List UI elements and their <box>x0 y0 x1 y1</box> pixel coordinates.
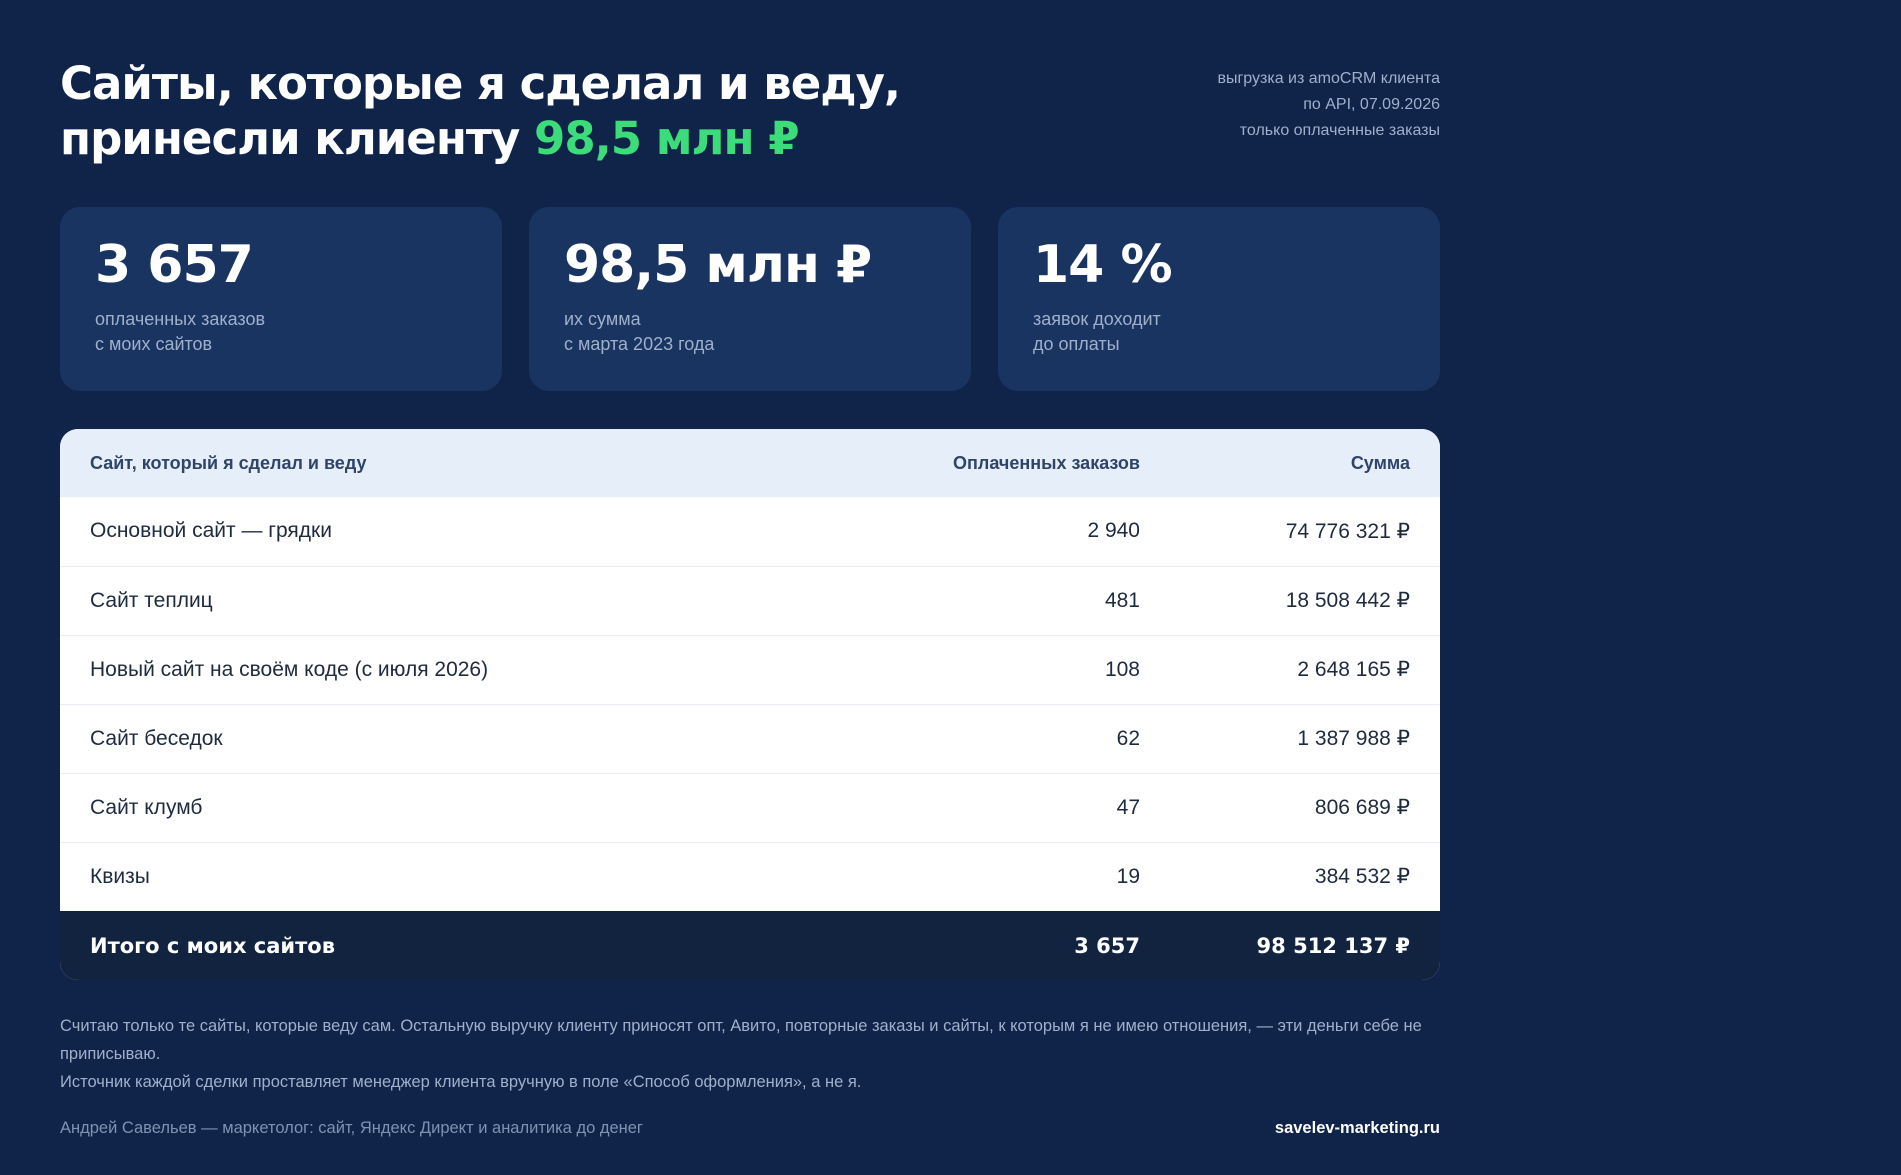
cell-orders: 108 <box>1104 657 1140 681</box>
total-sum: 98 512 137 ₽ <box>1256 933 1410 958</box>
cell-site: Сайт клумб <box>90 795 203 819</box>
cell-sum: 18 508 442 ₽ <box>1285 589 1410 612</box>
meta-line-date: по API, 07.09.2026 <box>1303 96 1440 113</box>
sites-table-container: Сайт, который я сделал и веду Оплаченных… <box>60 429 1440 980</box>
cell-site: Сайт беседок <box>90 726 223 750</box>
cell-sum: 1 387 988 ₽ <box>1297 727 1410 750</box>
stat-label-line: с марта 2023 года <box>564 334 715 354</box>
meta-line-source: выгрузка из amoCRM клиента <box>1217 70 1440 87</box>
stat-label-line: до оплаты <box>1033 334 1120 354</box>
total-label: Итого с моих сайтов <box>90 933 336 958</box>
stat-label: их сумма с марта 2023 года <box>564 307 936 357</box>
stat-label: заявок доходит до оплаты <box>1033 307 1405 357</box>
sites-table: Сайт, который я сделал и веду Оплаченных… <box>60 429 1440 980</box>
table-body: Основной сайт — грядки 2 940 74 776 321 … <box>60 497 1440 911</box>
table-footer: Итого с моих сайтов 3 657 98 512 137 ₽ <box>60 911 1440 980</box>
title-accent-amount: 98,5 млн ₽ <box>534 112 800 165</box>
cell-orders: 47 <box>1116 795 1140 819</box>
cell-sum: 74 776 321 ₽ <box>1285 519 1410 543</box>
table-header-row: Сайт, который я сделал и веду Оплаченных… <box>60 429 1440 497</box>
cell-orders: 481 <box>1104 588 1140 612</box>
stat-card-orders: 3 657 оплаченных заказов с моих сайтов <box>60 207 502 391</box>
table-row: Квизы 19 384 532 ₽ <box>60 842 1440 911</box>
stat-value: 3 657 <box>95 235 254 295</box>
cell-orders: 2 940 <box>1087 519 1140 543</box>
page: Сайты, которые я сделал и веду, принесли… <box>0 0 1901 1175</box>
table-total-row: Итого с моих сайтов 3 657 98 512 137 ₽ <box>60 911 1440 980</box>
cell-sum: 806 689 ₽ <box>1314 796 1410 819</box>
footnote: Источник каждой сделки проставляет менед… <box>60 1073 862 1091</box>
table-header: Сайт, который я сделал и веду Оплаченных… <box>60 429 1440 497</box>
footnote: Считаю только те сайты, которые веду сам… <box>60 1017 1422 1063</box>
footnotes: Считаю только те сайты, которые веду сам… <box>60 1012 1440 1096</box>
stat-value: 14 % <box>1033 235 1173 295</box>
stat-card-conversion: 14 % заявок доходит до оплаты <box>998 207 1440 391</box>
stat-label-line: их сумма <box>564 309 641 329</box>
export-meta: выгрузка из amoCRM клиента по API, 07.09… <box>1217 66 1440 144</box>
content: Сайты, которые я сделал и веду, принесли… <box>60 56 1440 1145</box>
table-row: Основной сайт — грядки 2 940 74 776 321 … <box>60 497 1440 566</box>
table-row: Сайт клумб 47 806 689 ₽ <box>60 773 1440 842</box>
page-footer: Андрей Савельев — маркетолог: сайт, Янде… <box>60 1119 1440 1145</box>
title-line-2-prefix: принесли клиенту <box>60 112 535 165</box>
stat-label-line: оплаченных заказов <box>95 309 266 329</box>
table-row: Сайт беседок 62 1 387 988 ₽ <box>60 704 1440 773</box>
cell-orders: 19 <box>1116 864 1140 888</box>
cell-orders: 62 <box>1116 726 1140 750</box>
stat-value: 98,5 млн ₽ <box>564 235 872 295</box>
stat-cards: 3 657 оплаченных заказов с моих сайтов 9… <box>60 207 1440 391</box>
cell-site: Сайт теплиц <box>90 588 213 612</box>
column-header-orders: Оплаченных заказов <box>953 452 1140 473</box>
meta-line-filter: только оплаченные заказы <box>1239 122 1440 139</box>
column-header-sum: Сумма <box>1350 452 1410 473</box>
cell-site: Основной сайт — грядки <box>90 519 332 543</box>
cell-site: Квизы <box>90 864 150 888</box>
title-line-1: Сайты, которые я сделал и веду, <box>60 57 901 110</box>
stat-card-sum: 98,5 млн ₽ их сумма с марта 2023 года <box>529 207 971 391</box>
header: Сайты, которые я сделал и веду, принесли… <box>60 56 1440 174</box>
column-header-site: Сайт, который я сделал и веду <box>90 452 367 473</box>
total-orders: 3 657 <box>1074 933 1140 958</box>
cell-sum: 2 648 165 ₽ <box>1297 658 1410 681</box>
cell-site: Новый сайт на своём коде (с июля 2026) <box>90 657 489 681</box>
table-row: Сайт теплиц 481 18 508 442 ₽ <box>60 566 1440 635</box>
stat-label: оплаченных заказов с моих сайтов <box>95 307 467 357</box>
cell-sum: 384 532 ₽ <box>1314 865 1410 889</box>
stat-label-line: с моих сайтов <box>95 334 213 354</box>
website-link[interactable]: savelev-marketing.ru <box>1275 1119 1440 1138</box>
author-credit: Андрей Савельев — маркетолог: сайт, Янде… <box>60 1119 643 1137</box>
stat-label-line: заявок доходит <box>1033 309 1161 329</box>
table-row: Новый сайт на своём коде (с июля 2026) 1… <box>60 635 1440 704</box>
